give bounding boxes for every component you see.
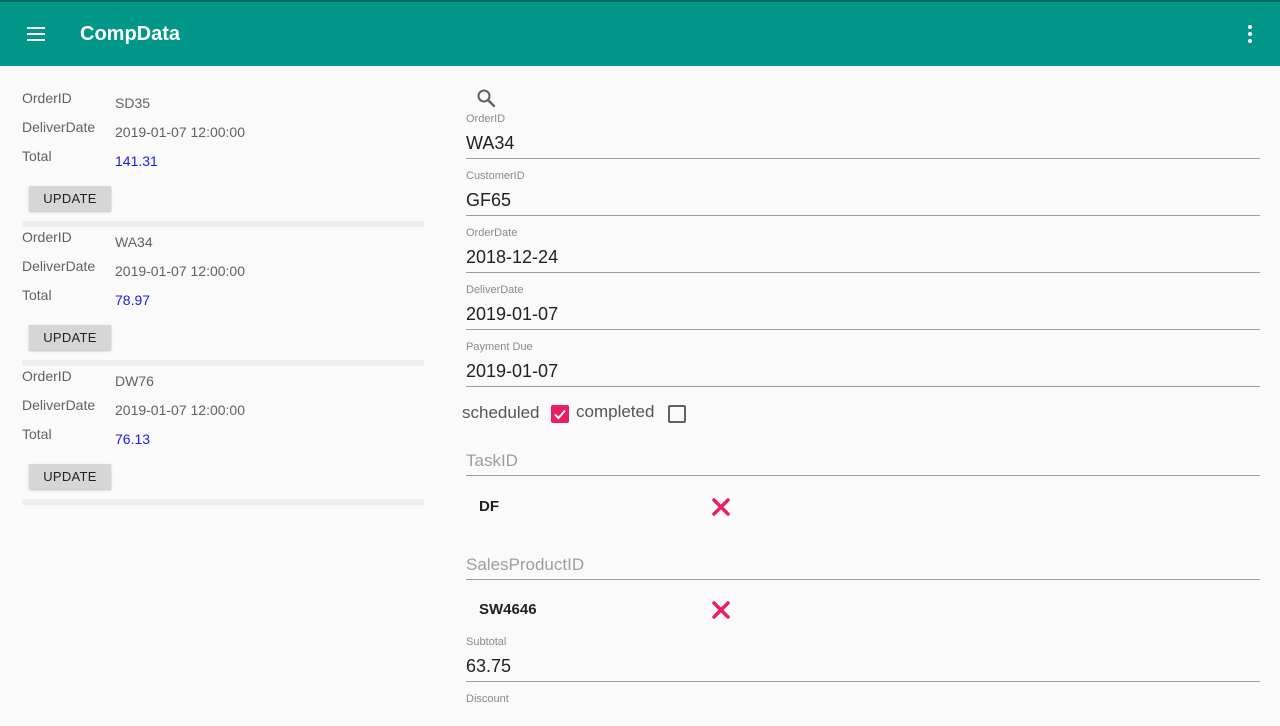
order-id-label: OrderID (22, 229, 72, 245)
order-id-label: OrderID (22, 90, 72, 106)
order-id-input[interactable] (466, 129, 1260, 159)
order-id-label: OrderID (22, 368, 72, 384)
task-id-item: DF (479, 498, 499, 515)
sales-product-id-input[interactable] (466, 550, 1260, 580)
total-label: Total (22, 426, 52, 442)
order-card: OrderID SD35 DeliverDate 2019-01-07 12:0… (22, 66, 424, 227)
order-card: OrderID WA34 DeliverDate 2019-01-07 12:0… (22, 205, 424, 366)
order-card: OrderID DW76 DeliverDate 2019-01-07 12:0… (22, 344, 424, 505)
update-button[interactable]: UPDATE (29, 464, 111, 489)
search-icon[interactable] (474, 86, 498, 110)
payment-due-input[interactable] (466, 357, 1260, 387)
deliver-date-value: 2019-01-07 12:00:00 (115, 402, 245, 418)
sales-product-id-item: SW4646 (479, 601, 537, 618)
deliver-date-input[interactable] (466, 300, 1260, 330)
total-value: 78.97 (115, 292, 151, 308)
deliver-date-label: DeliverDate (22, 258, 96, 274)
check-icon (554, 409, 566, 420)
total-value: 76.13 (115, 431, 151, 447)
order-id-value: DW76 (115, 373, 154, 389)
app-bar: CompData (0, 0, 1280, 66)
deliver-date-label: DeliverDate (22, 397, 96, 413)
card-divider (22, 499, 424, 505)
close-icon[interactable] (711, 600, 731, 620)
deliver-date-value: 2019-01-07 12:00:00 (115, 124, 245, 140)
order-date-field-label: OrderDate (466, 227, 518, 239)
scheduled-label: scheduled (462, 403, 540, 422)
discount-field-label: Discount (466, 693, 509, 705)
subtotal-input[interactable] (466, 652, 1260, 682)
deliver-date-field-label: DeliverDate (466, 284, 524, 296)
deliver-date-value: 2019-01-07 12:00:00 (115, 263, 245, 279)
completed-checkbox[interactable] (668, 405, 686, 423)
order-id-value: WA34 (115, 234, 153, 250)
order-list: OrderID SD35 DeliverDate 2019-01-07 12:0… (22, 66, 424, 505)
scheduled-checkbox[interactable] (551, 405, 569, 423)
order-id-field-label: OrderID (466, 113, 506, 125)
task-id-input[interactable] (466, 446, 1260, 476)
order-id-value: SD35 (115, 95, 151, 111)
customer-id-field-label: CustomerID (466, 170, 525, 182)
total-label: Total (22, 287, 52, 303)
subtotal-field-label: Subtotal (466, 636, 507, 648)
menu-icon[interactable] (24, 22, 48, 46)
app-title: CompData (80, 23, 181, 45)
completed-label: completed (576, 402, 655, 421)
deliver-date-label: DeliverDate (22, 119, 96, 135)
total-label: Total (22, 148, 52, 164)
payment-due-field-label: Payment Due (466, 341, 533, 353)
customer-id-input[interactable] (466, 186, 1260, 216)
total-value: 141.31 (115, 153, 158, 169)
order-date-input[interactable] (466, 243, 1260, 273)
close-icon[interactable] (711, 497, 731, 517)
more-vert-icon[interactable] (1238, 22, 1262, 46)
